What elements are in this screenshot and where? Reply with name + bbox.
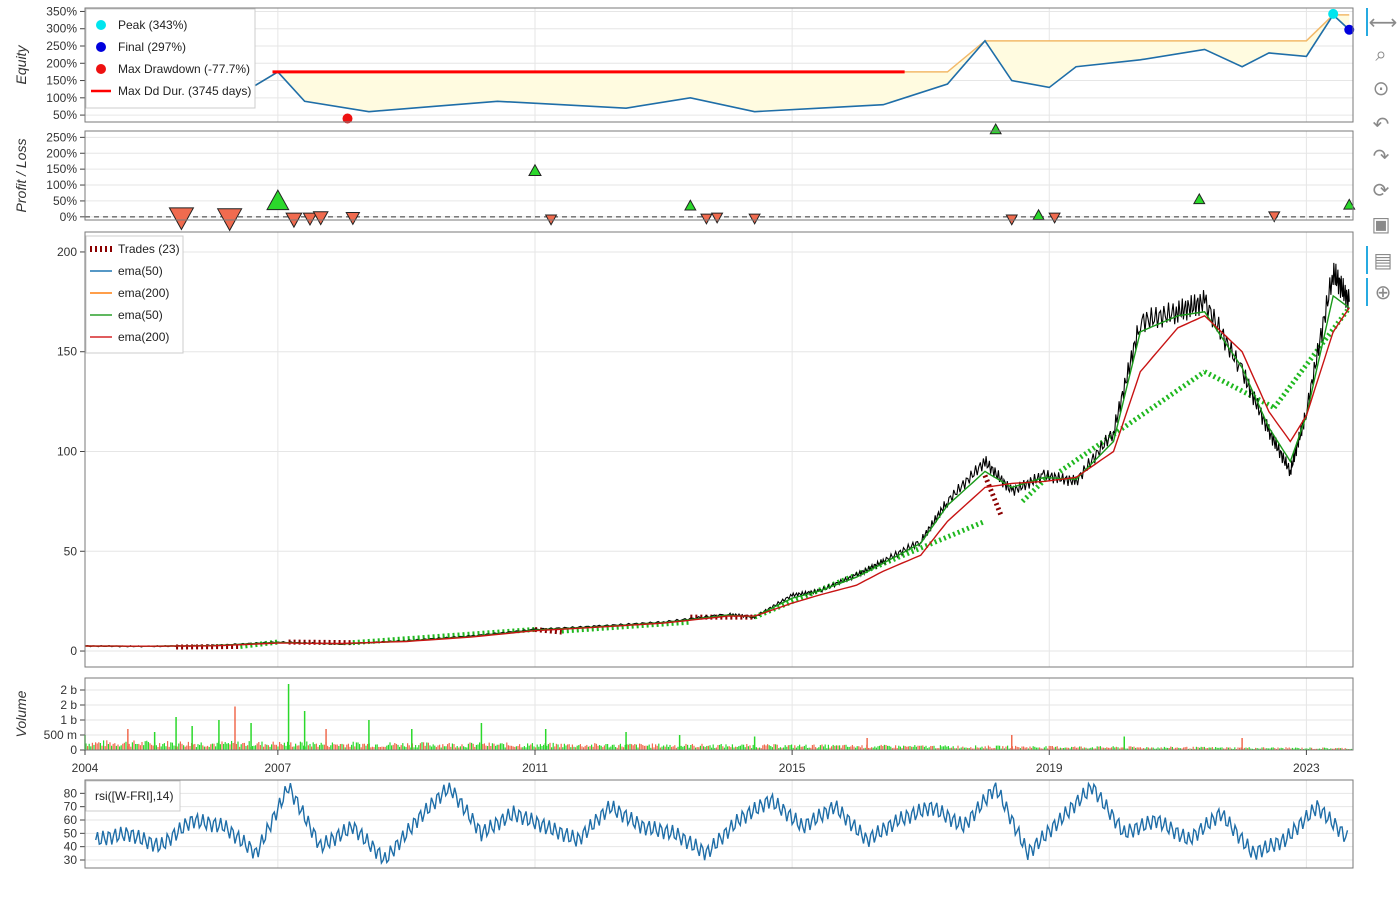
equity-ytick-label: 200% [46, 56, 77, 70]
backtest-figure: 50%100%150%200%250%300%350%Peak (343%)Fi… [13, 4, 1356, 869]
price-panel: 0 50 100 150 200 [57, 232, 1353, 667]
price-legend: Trades (23) ema(50) ema(200) ema(50) ema(200… [85, 235, 184, 354]
price-legend-label: ema(50) [118, 264, 163, 278]
price-ytick-label: 200 [57, 245, 77, 259]
rsi-ytick-label: 80 [64, 786, 78, 800]
legend-swatch [96, 42, 106, 52]
equity-ytick-label: 100% [46, 91, 77, 105]
rsi-legend-label: rsi([W-FRI],14) [95, 789, 173, 803]
xtick-label: 2019 [1036, 761, 1063, 775]
profit-loss-axis-label: Profit / Loss [13, 139, 29, 213]
volume-ytick-label: 2 b [60, 683, 77, 697]
pl-ytick-label: 200% [46, 146, 77, 160]
equity-legend-label: Max Dd Dur. (3745 days) [118, 84, 251, 98]
xtick-label: 2004 [72, 761, 99, 775]
plot-toolbar: ⟷ ⌕ ⊙ ↶ ↷ ⟳ ▣ ▤ ⊕ [1362, 0, 1400, 320]
wheel-zoom-icon[interactable]: ⊙ [1366, 74, 1396, 102]
price-legend-label: Trades (23) [118, 242, 180, 256]
equity-legend-label: Max Drawdown (-77.7%) [118, 62, 250, 76]
volume-axis-label: Volume [13, 690, 29, 737]
equity-ytick-label: 50% [53, 108, 77, 122]
price-background [85, 232, 1353, 667]
rsi-ytick-label: 50 [64, 826, 78, 840]
rsi-ytick-label: 30 [64, 853, 78, 867]
price-legend-label: ema(200) [118, 330, 169, 344]
pan-icon[interactable]: ⟷ [1366, 8, 1398, 36]
pl-ytick-label: 150% [46, 162, 77, 176]
xtick-label: 2023 [1293, 761, 1320, 775]
xtick-label: 2015 [779, 761, 806, 775]
price-ytick-label: 0 [70, 644, 77, 658]
hover-icon[interactable]: ▤ [1366, 246, 1398, 274]
equity-ytick-label: 150% [46, 74, 77, 88]
price-ytick-label: 100 [57, 444, 77, 458]
rsi-legend: rsi([W-FRI],14) [85, 780, 181, 812]
box-zoom-icon[interactable]: ⌕ [1366, 40, 1396, 68]
peak-marker [1328, 8, 1339, 19]
volume-ytick-label: 1 b [60, 713, 77, 727]
rsi-ytick-label: 60 [64, 813, 78, 827]
redo-icon[interactable]: ↷ [1366, 142, 1396, 170]
volume-ytick-label: 500 m [44, 728, 77, 742]
equity-legend-label: Peak (343%) [118, 18, 187, 32]
equity-background [85, 8, 1353, 122]
equity-axis-label: Equity [13, 45, 29, 85]
crosshair-icon[interactable]: ⊕ [1366, 278, 1398, 306]
equity-legend: Peak (343%) Final (297%) Max Drawdown (-77… [85, 8, 256, 109]
equity-ytick-label: 300% [46, 22, 77, 36]
pl-ytick-label: 0% [60, 210, 78, 224]
equity-ytick-label: 350% [46, 4, 77, 18]
pl-ytick-label: 100% [46, 178, 77, 192]
undo-icon[interactable]: ↶ [1366, 110, 1396, 138]
price-ytick-label: 150 [57, 345, 77, 359]
rsi-ytick-label: 40 [64, 840, 78, 854]
save-icon[interactable]: ▣ [1366, 210, 1396, 238]
legend-swatch [96, 20, 106, 30]
volume-background [85, 678, 1353, 750]
reset-icon[interactable]: ⟳ [1366, 176, 1396, 204]
profit-marker [989, 122, 1002, 135]
equity-legend-label: Final (297%) [118, 40, 186, 54]
price-legend-label: ema(50) [118, 308, 163, 322]
price-legend-label: ema(200) [118, 286, 169, 300]
rsi-ytick-label: 70 [64, 800, 78, 814]
volume-ytick-label: 0 [70, 743, 77, 757]
rsi-panel: 304050607080 [64, 780, 1353, 868]
pl-ytick-label: 50% [53, 194, 77, 208]
xtick-label: 2011 [522, 761, 548, 775]
legend-swatch [96, 64, 106, 74]
volume-panel: 0500 m1 b2 b2 b [44, 678, 1353, 757]
equity-ytick-label: 250% [46, 39, 77, 53]
pl-panel: 0% 50% 100% 150% 200% 250% [46, 122, 1356, 232]
xtick-label: 2007 [265, 761, 292, 775]
price-ytick-label: 50 [64, 544, 78, 558]
pl-ytick-label: 250% [46, 130, 77, 144]
volume-ytick-label: 2 b [60, 698, 77, 712]
